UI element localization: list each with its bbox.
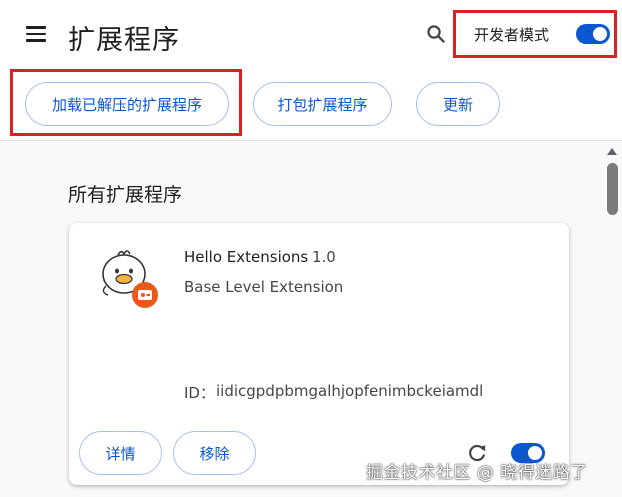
extension-id-label: ID： bbox=[184, 384, 215, 402]
header: 扩展程序 开发者模式 bbox=[0, 0, 622, 72]
extension-duck-icon bbox=[102, 250, 158, 308]
menu-icon[interactable] bbox=[26, 26, 46, 42]
load-unpacked-button[interactable]: 加载已解压的扩展程序 bbox=[25, 82, 229, 126]
scrollbar-thumb[interactable] bbox=[607, 163, 618, 215]
developer-mode-label: 开发者模式 bbox=[474, 26, 550, 44]
extension-version: 1.0 bbox=[312, 248, 336, 266]
details-button[interactable]: 详情 bbox=[79, 431, 162, 475]
page-title: 扩展程序 bbox=[68, 25, 180, 56]
update-button[interactable]: 更新 bbox=[416, 82, 500, 126]
extension-description: Base Level Extension bbox=[184, 278, 344, 296]
scroll-up-arrow-icon[interactable] bbox=[607, 148, 617, 155]
extension-id-value: iidicgpdpbmgalhjopfenimbckeiamdl bbox=[216, 382, 484, 400]
pack-extension-button[interactable]: 打包扩展程序 bbox=[253, 82, 392, 126]
section-title: 所有扩展程序 bbox=[68, 184, 183, 206]
toggle-knob bbox=[593, 27, 607, 41]
developer-mode-toggle[interactable] bbox=[576, 24, 610, 44]
remove-button[interactable]: 移除 bbox=[173, 431, 256, 475]
search-icon[interactable] bbox=[426, 24, 446, 44]
watermark: 掘金技术社区 @ 晓得迷路了 bbox=[366, 463, 588, 483]
extension-name: Hello Extensions bbox=[184, 248, 309, 266]
